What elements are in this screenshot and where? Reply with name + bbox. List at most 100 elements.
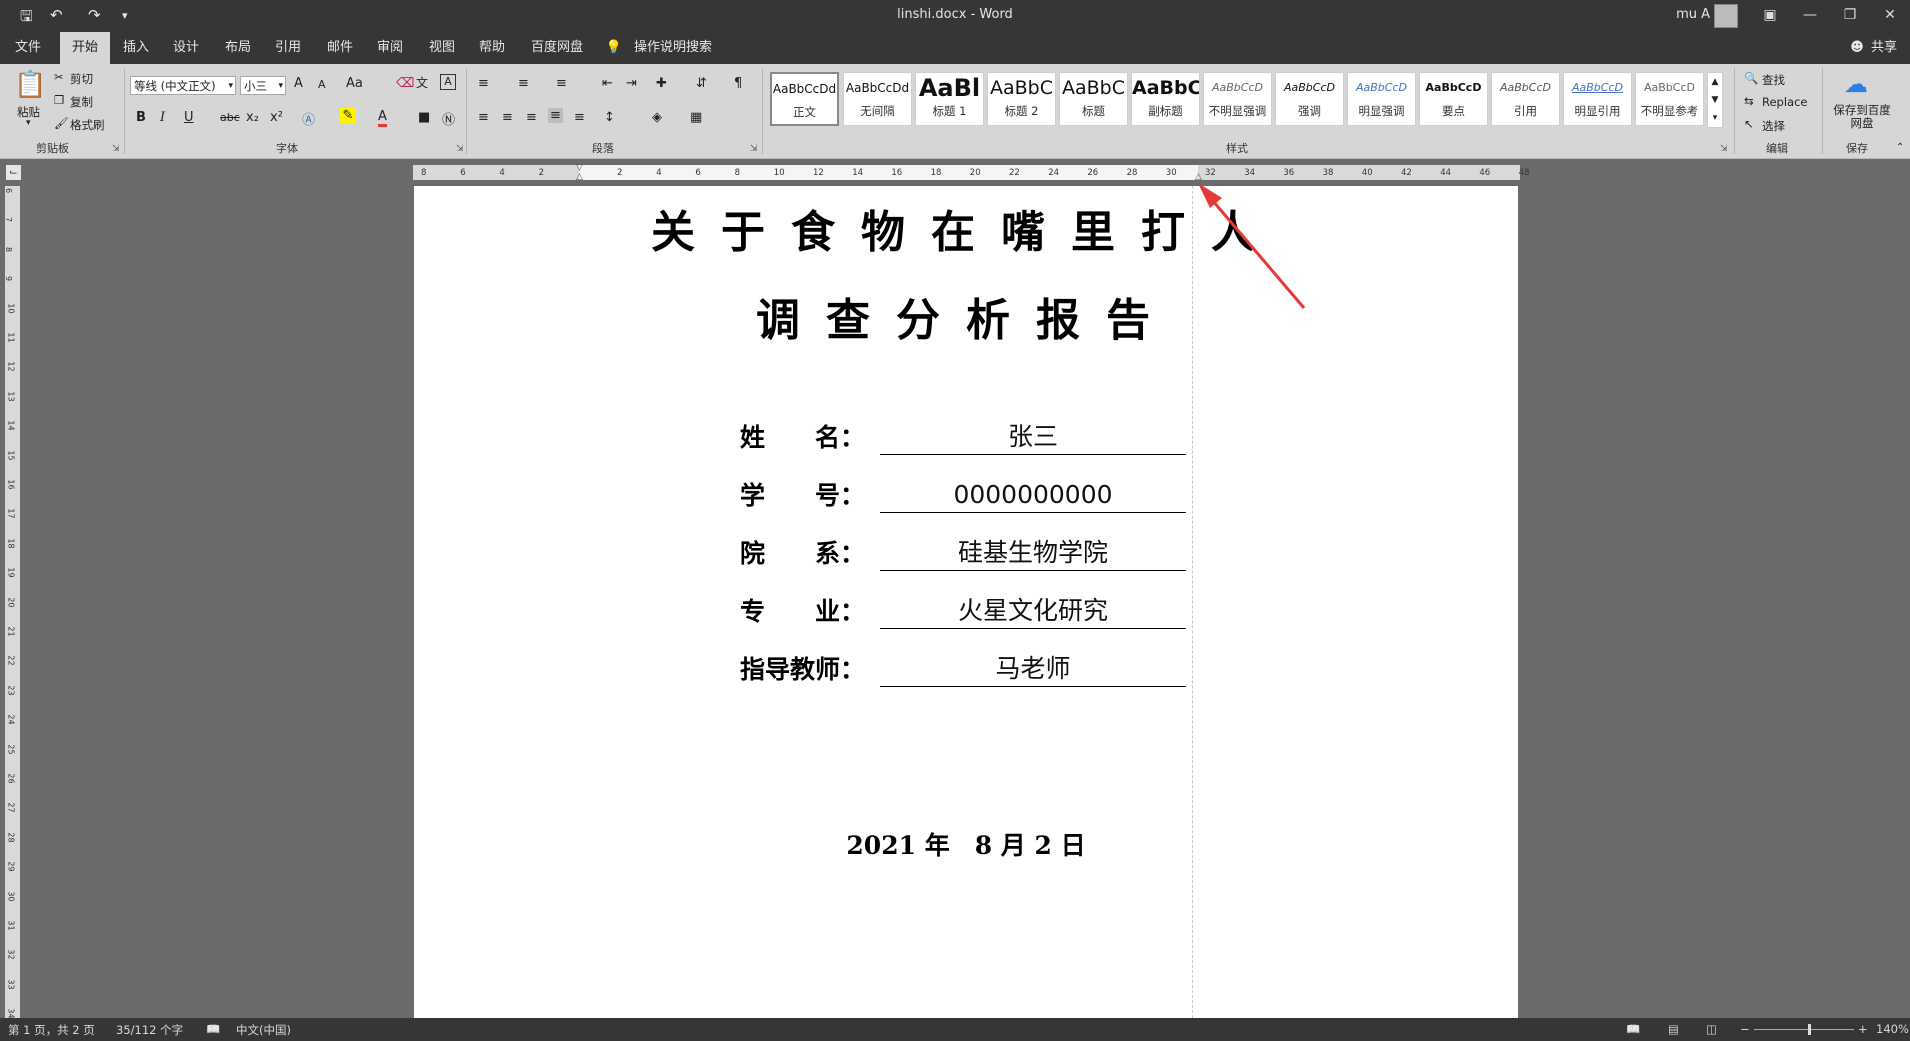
left-indent-marker[interactable]: △ [576, 172, 583, 182]
document-page[interactable]: 关于食物在嘴里打人 调查分析报告 姓 名： 张三 学 号： 0000000000… [414, 186, 1518, 1018]
find-icon[interactable]: 🔍 [1744, 71, 1758, 85]
report-title-line-2[interactable]: 调查分析报告 [414, 284, 1518, 348]
font-launcher-icon[interactable]: ⇲ [456, 144, 464, 154]
replace-icon[interactable]: ⇆ [1744, 94, 1754, 108]
field-advisor-value[interactable]: 马老师 [880, 652, 1186, 687]
word-count[interactable]: 35/112 个字 [116, 1022, 183, 1038]
style-subtle-emphasis[interactable]: AaBbCcD 不明显强调 [1203, 72, 1272, 126]
style-heading-1[interactable]: AaBl 标题 1 [915, 72, 984, 126]
find-button[interactable]: 查找 [1762, 72, 1785, 88]
zoom-in-icon[interactable]: + [1858, 1022, 1868, 1036]
char-border-button[interactable]: A [440, 74, 456, 90]
tab-design[interactable]: 设计 [164, 32, 208, 64]
field-student-id-value[interactable]: 0000000000 [880, 478, 1186, 513]
align-center-icon[interactable]: ≡ [502, 110, 513, 125]
multilevel-list-icon[interactable]: ≡ [556, 76, 567, 91]
field-major-label[interactable]: 专 业： [740, 592, 865, 628]
zoom-slider[interactable] [1754, 1029, 1854, 1030]
style-subtitle[interactable]: AaBbC 副标题 [1131, 72, 1200, 126]
collapse-ribbon-icon[interactable]: ⌃ [1896, 142, 1904, 153]
style-intense-quote[interactable]: AaBbCcD 明显引用 [1563, 72, 1632, 126]
zoom-slider-thumb[interactable] [1808, 1024, 1811, 1035]
web-layout-icon[interactable]: ◫ [1706, 1022, 1717, 1036]
clear-format-icon[interactable]: ⌫ [396, 76, 414, 91]
tab-file[interactable]: 文件 [8, 32, 48, 64]
field-advisor-label[interactable]: 指导教师： [740, 650, 865, 686]
tab-home[interactable]: 开始 [60, 32, 110, 64]
align-left-icon[interactable]: ≡ [478, 110, 489, 125]
field-department-value[interactable]: 硅基生物学院 [880, 536, 1186, 571]
tab-layout[interactable]: 布局 [216, 32, 260, 64]
report-date[interactable]: 2021 年 8 月 2 日 [414, 826, 1518, 862]
highlight-color-icon[interactable]: ✎ [340, 108, 356, 123]
style-no-spacing[interactable]: AaBbCcDd 无间隔 [843, 72, 912, 126]
style-subtle-reference[interactable]: AaBbCcD 不明显参考 [1635, 72, 1704, 126]
text-effects-icon[interactable]: Ⓐ [302, 109, 315, 128]
borders-icon[interactable]: ▦ [690, 110, 702, 125]
tab-insert[interactable]: 插入 [114, 32, 158, 64]
cut-button[interactable]: 剪切 [70, 71, 93, 87]
increase-indent-icon[interactable]: ⇥ [626, 76, 637, 91]
vertical-ruler[interactable]: 6 7 8 9 10 11 12 13 14 15 16 17 18 19 20 21 22 23 24 25 26 27… [4, 186, 20, 1019]
style-normal[interactable]: AaBbCcDd 正文 [770, 72, 839, 126]
field-major-value[interactable]: 火星文化研究 [880, 594, 1186, 629]
replace-button[interactable]: Replace [1762, 95, 1808, 109]
subscript-button[interactable]: x₂ [246, 110, 259, 125]
style-emphasis[interactable]: AaBbCcD 强调 [1275, 72, 1344, 126]
format-painter-button[interactable]: 格式刷 [70, 117, 105, 133]
paragraph-launcher-icon[interactable]: ⇲ [750, 144, 758, 154]
font-color-button[interactable]: A [378, 109, 387, 127]
italic-button[interactable]: I [160, 110, 165, 125]
tab-mailings[interactable]: 邮件 [318, 32, 362, 64]
styles-scroll-icon[interactable]: ▲ ▼ ▾ [1707, 72, 1723, 128]
enclose-char-icon[interactable]: Ⓝ [442, 109, 455, 128]
shading-icon[interactable]: ◈ [652, 110, 662, 125]
bullets-icon[interactable]: ≡ [478, 76, 489, 91]
style-intense-emphasis[interactable]: AaBbCcD 明显强调 [1347, 72, 1416, 126]
horizontal-ruler[interactable]: 8 6 4 2 2 4 6 8 10 12 14 16 18 20 22 24 26 28 30 32 34 36 38 40… [413, 163, 1529, 182]
change-case-button[interactable]: Aa [346, 76, 363, 91]
zoom-level[interactable]: 140% [1876, 1022, 1909, 1036]
copy-button[interactable]: 复制 [70, 94, 93, 110]
ribbon-display-icon[interactable]: ▣ [1750, 4, 1790, 26]
paste-icon[interactable]: 📋 [14, 70, 46, 100]
share-button[interactable]: 共享 [1866, 32, 1902, 64]
justify-icon[interactable]: ≡ [548, 108, 563, 123]
tab-help[interactable]: 帮助 [470, 32, 514, 64]
select-button[interactable]: 选择 [1762, 118, 1785, 134]
avatar[interactable] [1714, 4, 1738, 28]
baidu-netdisk-icon[interactable]: ☁ [1844, 70, 1868, 98]
proofing-icon[interactable]: 📖 [206, 1022, 220, 1036]
cut-icon[interactable]: ✂ [54, 70, 64, 84]
tab-baidu-netdisk[interactable]: 百度网盘 [524, 32, 590, 64]
select-icon[interactable]: ↖ [1744, 117, 1754, 131]
field-student-id-label[interactable]: 学 号： [740, 476, 865, 512]
char-shading-icon[interactable]: ■ [418, 110, 430, 125]
tell-me-search[interactable]: 操作说明搜索 [628, 32, 718, 64]
font-size-combo[interactable]: 小三 ▾ [240, 76, 286, 95]
field-name-label[interactable]: 姓 名： [740, 418, 865, 454]
superscript-button[interactable]: x² [270, 110, 283, 125]
format-painter-icon[interactable]: 🖌 [54, 116, 69, 130]
field-name-value[interactable]: 张三 [880, 420, 1186, 455]
tab-view[interactable]: 视图 [420, 32, 464, 64]
minimize-icon[interactable]: — [1790, 4, 1830, 26]
decrease-indent-icon[interactable]: ⇤ [602, 76, 613, 91]
line-spacing-icon[interactable]: ↕ [604, 110, 615, 125]
clipboard-launcher-icon[interactable]: ⇲ [112, 144, 120, 154]
save-to-baidu-button[interactable]: 保存到百度网盘 [1832, 104, 1892, 130]
style-title[interactable]: AaBbC 标题 [1059, 72, 1128, 126]
distributed-icon[interactable]: ≡ [574, 110, 585, 125]
share-icon[interactable]: ☻ [1848, 32, 1866, 64]
show-marks-icon[interactable]: ¶ [734, 76, 742, 91]
shrink-font-button[interactable]: A [318, 78, 326, 91]
align-right-icon[interactable]: ≡ [526, 110, 537, 125]
pinyin-guide-icon[interactable]: 文 [416, 74, 428, 91]
style-strong[interactable]: AaBbCcD 要点 [1419, 72, 1488, 126]
asian-layout-icon[interactable]: ✚ [656, 76, 667, 91]
field-department-label[interactable]: 院 系： [740, 534, 865, 570]
style-quote[interactable]: AaBbCcD 引用 [1491, 72, 1560, 126]
grow-font-button[interactable]: A [294, 76, 303, 91]
tab-selector[interactable]: ⌙ [6, 165, 21, 180]
page-count[interactable]: 第 1 页，共 2 页 [8, 1022, 95, 1038]
